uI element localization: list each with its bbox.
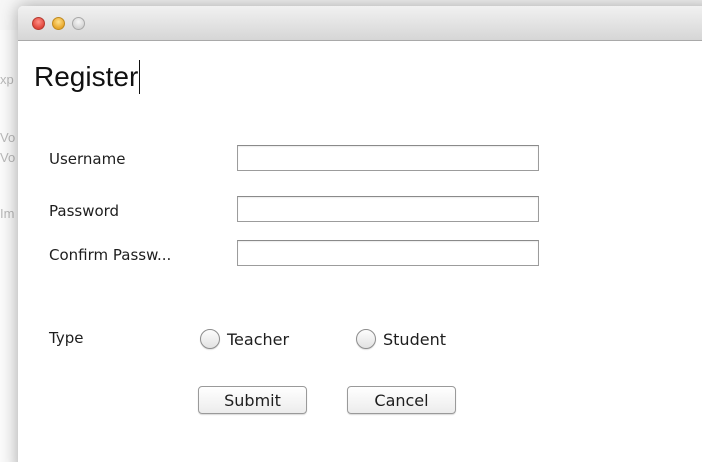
teacher-radio-label[interactable]: Teacher [227,330,289,349]
username-field[interactable] [237,145,539,171]
password-field[interactable] [237,196,539,222]
minimize-window-icon[interactable] [52,17,65,30]
background-text: Vo [0,150,16,165]
student-radio-label[interactable]: Student [383,330,446,349]
text-caret [139,60,141,94]
cancel-button[interactable]: Cancel [347,386,456,414]
submit-button[interactable]: Submit [198,386,307,414]
student-radio-button[interactable] [356,329,376,349]
confirm-password-field[interactable] [237,240,539,266]
teacher-radio-button[interactable] [200,329,220,349]
window-titlebar[interactable] [18,6,702,41]
background-text: xp [0,72,14,87]
close-window-icon[interactable] [32,17,45,30]
teacher-radio-option[interactable]: Teacher [200,329,289,349]
type-label: Type [49,329,84,347]
password-label: Password [49,202,120,220]
username-label: Username [49,150,126,168]
screen: xp Vo Vo Im Register Username Password C… [0,0,702,462]
zoom-window-icon[interactable] [72,17,85,30]
register-window: Register Username Password Confirm Passw… [18,6,702,462]
background-text: Im [0,206,15,221]
background-text: Vo [0,130,16,145]
register-heading[interactable]: Register [34,60,141,94]
student-radio-option[interactable]: Student [356,329,446,349]
register-heading-text: Register [34,61,139,92]
confirm-password-label: Confirm Passw... [49,246,172,264]
